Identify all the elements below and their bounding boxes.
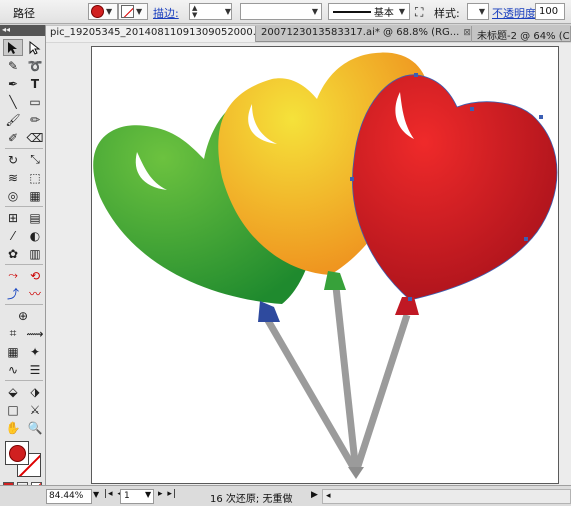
canvas-area[interactable] <box>46 43 571 485</box>
blend-tool-icon[interactable]: ◐ <box>25 227 45 244</box>
chevron-down-icon: ▼ <box>398 7 405 16</box>
lasso-tool-icon[interactable]: ➰ <box>25 57 45 74</box>
magic-wand-tool-icon[interactable]: ✎ <box>3 57 23 74</box>
pen-tool-icon[interactable]: ✒ <box>3 75 23 92</box>
document-tab-bar: pic_19205345_20140811091309052000.ai*⊠ 2… <box>46 25 571 42</box>
slice-tool-icon[interactable]: ⟿ <box>25 325 45 342</box>
chevron-down-icon: ▼ <box>106 7 113 16</box>
fill-color-dropdown[interactable]: ▼ <box>88 3 118 20</box>
width-tool-icon[interactable]: ≋ <box>3 169 23 186</box>
stroke-weight-field[interactable]: ▲ ▼ ▼ <box>189 3 232 20</box>
tab-label: 2007123013583317.ai* @ 68.8% (RG... <box>261 27 460 38</box>
paintbrush-tool-icon[interactable]: 🖌 <box>3 111 23 128</box>
eyedropper-tool-icon[interactable]: ⁄ <box>3 227 23 244</box>
status-menu-arrow-icon[interactable]: ▶ <box>311 490 318 500</box>
grid-tool-icon[interactable]: ▦ <box>3 343 23 360</box>
balloon-sticks <box>262 286 411 479</box>
tab-label: 未标题-2 @ 64% (CMY <box>477 31 570 42</box>
style-label: 样式: <box>434 7 460 20</box>
tab-document-2[interactable]: 2007123013583317.ai* @ 68.8% (RG... ⊠ <box>257 26 472 42</box>
gradient-tool-icon[interactable]: ▤ <box>25 209 45 226</box>
path-curve-tool-icon[interactable]: 〰 <box>25 285 45 302</box>
illustrator-window: 路径 ▼ ▼ 描边: ▲ ▼ ▼ ▼ 基本 ▼ ⛶ 样式: ▼ 不透明度: 100 <box>0 0 571 506</box>
profile-label: 基本 <box>373 8 394 19</box>
chevron-down-icon[interactable]: ▼ <box>145 490 151 499</box>
sprayer-tool-icon[interactable]: ✦ <box>25 343 45 360</box>
type-tool-icon[interactable]: T <box>25 75 45 92</box>
selection-tool-icon[interactable] <box>3 39 23 56</box>
crosshair-tool-icon[interactable]: ⊕ <box>3 307 43 324</box>
rotate-tool-icon[interactable]: ↻ <box>3 151 23 168</box>
knife-tool-icon[interactable]: ⚔ <box>25 401 45 418</box>
line-segment-tool-icon[interactable]: ╲ <box>3 93 23 110</box>
close-icon[interactable]: ⊠ <box>463 28 471 38</box>
scale-tool-icon[interactable]: ⤡ <box>25 151 45 168</box>
chevron-down-icon[interactable]: ▼ <box>225 7 231 16</box>
stroke-color-dropdown[interactable]: ▼ <box>118 3 148 20</box>
live-paint-selection-tool-icon[interactable]: ⬗ <box>25 383 45 400</box>
transform-icon[interactable]: ⛶ <box>415 5 423 20</box>
chevron-down-icon: ▼ <box>478 7 485 16</box>
blob-brush-tool-icon[interactable]: ✐ <box>3 129 23 146</box>
crop-area-tool-icon[interactable]: □ <box>3 401 23 418</box>
tab-label: pic_19205345_20140811091309052000.ai* <box>50 27 256 38</box>
eraser-tool-icon[interactable]: ⌫ <box>25 129 45 146</box>
artboard-tool-icon[interactable]: ⌗ <box>3 325 23 342</box>
opacity-field[interactable]: 100 <box>535 3 565 20</box>
fill-swatch <box>91 5 104 18</box>
balloon-artwork[interactable] <box>92 47 560 485</box>
list-tool-icon[interactable]: ☰ <box>25 361 45 378</box>
toolbar-divider <box>5 148 43 149</box>
shape-builder-tool-icon[interactable]: ◎ <box>3 187 23 204</box>
toolbar-divider <box>5 264 43 265</box>
path-join-tool-icon[interactable]: ⤴ <box>3 285 23 302</box>
toolbar-divider <box>5 380 43 381</box>
variable-width-field[interactable]: ▼ <box>240 3 322 20</box>
history-status: 16 次还原; 无重做 <box>210 494 293 505</box>
direct-selection-tool-icon[interactable] <box>25 39 45 56</box>
control-bar: 路径 ▼ ▼ 描边: ▲ ▼ ▼ ▼ 基本 ▼ ⛶ 样式: ▼ 不透明度: 100 <box>0 0 571 24</box>
column-graph-tool-icon[interactable]: ▥ <box>25 245 45 262</box>
red-balloon[interactable] <box>350 73 558 315</box>
warp-tool-icon[interactable]: ∿ <box>3 361 23 378</box>
artboard[interactable] <box>91 46 559 484</box>
tab-document-3[interactable]: 未标题-2 @ 64% (CMY <box>473 26 571 42</box>
perspective-grid-tool-icon[interactable]: ▦ <box>25 187 45 204</box>
horizontal-scrollbar[interactable]: ◂ <box>322 489 571 504</box>
scroll-left-icon[interactable]: ◂ <box>326 491 331 501</box>
anchor-add-tool-icon[interactable]: ⤳ <box>3 267 23 284</box>
tab-document-1[interactable]: pic_19205345_20140811091309052000.ai*⊠ <box>46 26 256 42</box>
mesh-tool-icon[interactable]: ⊞ <box>3 209 23 226</box>
opacity-panel-link[interactable]: 不透明度: <box>492 5 540 21</box>
pencil-tool-icon[interactable]: ✏ <box>25 111 45 128</box>
chevron-down-icon[interactable]: ▼ <box>93 490 99 499</box>
graphic-style-dropdown[interactable]: ▼ <box>467 3 489 20</box>
toolbar-divider <box>5 206 43 207</box>
toolbox-collapse-icon[interactable]: ◂◂ <box>0 25 45 36</box>
zoom-tool-icon[interactable]: 🔍 <box>25 419 45 436</box>
fill-swatch-large[interactable] <box>5 441 29 465</box>
brush-profile-dropdown[interactable]: 基本 ▼ <box>328 3 410 20</box>
convert-anchor-tool-icon[interactable]: ⟲ <box>25 267 45 284</box>
spinner-icon[interactable]: ▲ ▼ <box>192 5 197 19</box>
toolbar-divider <box>5 304 43 305</box>
rectangle-tool-icon[interactable]: ▭ <box>25 93 45 110</box>
stroke-none-swatch <box>121 5 134 18</box>
selection-type-label: 路径 <box>13 7 35 20</box>
hand-tool-icon[interactable]: ✋ <box>3 419 23 436</box>
zoom-level-field[interactable]: 84.44% <box>46 489 92 504</box>
free-transform-tool-icon[interactable]: ⬚ <box>25 169 45 186</box>
fill-color-dot <box>8 444 26 462</box>
symbol-sprayer-tool-icon[interactable]: ✿ <box>3 245 23 262</box>
stroke-panel-link[interactable]: 描边: <box>153 5 179 21</box>
tools-panel: ◂◂ ✎ ➰ ✒ T ╲ ▭ 🖌 ✏ ✐ ⌫ ↻ ⤡ ≋ ⬚ ◎ ▦ ⊞ ▤ ⁄… <box>0 25 46 506</box>
artboard-nav-next[interactable]: ▸ ▸| <box>158 489 177 499</box>
live-paint-tool-icon[interactable]: ⬙ <box>3 383 23 400</box>
line-profile-icon <box>333 10 371 13</box>
status-bar: 84.44% ▼ |◂ ◂ 1 ▼ ▸ ▸| 16 次还原; 无重做 ▶ ◂ <box>0 485 571 506</box>
chevron-down-icon[interactable]: ▼ <box>312 7 318 16</box>
chevron-down-icon: ▼ <box>136 7 143 16</box>
fill-stroke-widget[interactable] <box>3 439 43 479</box>
